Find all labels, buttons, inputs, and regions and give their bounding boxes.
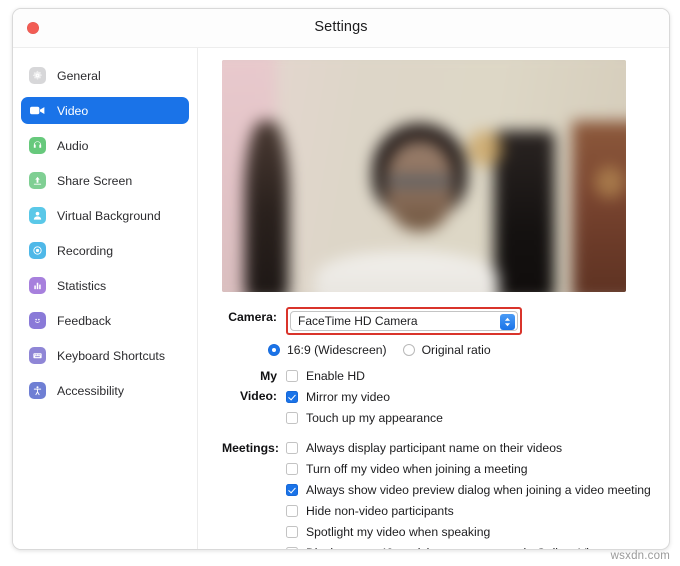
my-video-row-label: My Video: [239, 369, 277, 403]
checkbox-mirror-my-video-label: Mirror my video [306, 390, 390, 404]
checkbox-enable-hd[interactable] [286, 370, 298, 382]
sidebar-item-share-screen[interactable]: Share Screen [21, 167, 189, 194]
record-icon [29, 242, 46, 259]
radio-original-ratio[interactable] [402, 344, 415, 356]
camera-row: Camera: FaceTime HD Camera [222, 307, 655, 335]
checkbox-row-touch-up-my-appearance[interactable]: Touch up my appearance [286, 408, 655, 428]
watermark: wsxdn.com [610, 550, 670, 562]
checkbox-row-display-49-participants[interactable]: Display up to 49 participants per screen… [286, 543, 655, 549]
gear-icon [29, 67, 46, 84]
sidebar-item-label: Keyboard Shortcuts [57, 348, 166, 363]
checkbox-enable-hd-label: Enable HD [306, 369, 365, 383]
aspect-ratio-group: 16:9 (Widescreen) Original ratio [222, 343, 655, 357]
headphones-icon [29, 137, 46, 154]
smiley-face-icon [29, 312, 46, 329]
sidebar-item-virtual-background[interactable]: Virtual Background [21, 202, 189, 229]
sidebar-item-audio[interactable]: Audio [21, 132, 189, 159]
checkbox-row-turn-off-video-joining[interactable]: Turn off my video when joining a meeting [286, 459, 655, 479]
checkbox-hide-non-video-participants[interactable] [286, 505, 298, 517]
my-video-row: My Video: Enable HD Mirror my video Touc… [222, 366, 655, 429]
sidebar-item-recording[interactable]: Recording [21, 237, 189, 264]
sidebar-item-general[interactable]: General [21, 62, 189, 89]
sidebar-item-label: Video [57, 103, 89, 118]
sidebar-item-label: Audio [57, 138, 89, 153]
radio-original-ratio-label: Original ratio [421, 343, 491, 357]
keyboard-icon [29, 347, 46, 364]
radio-widescreen[interactable] [268, 344, 280, 356]
sidebar-item-label: Feedback [57, 313, 112, 328]
checkbox-row-display-participant-name[interactable]: Always display participant name on their… [286, 438, 655, 458]
camera-select-value: FaceTime HD Camera [298, 314, 418, 328]
camera-preview-image [222, 60, 626, 292]
checkbox-spotlight-my-video[interactable] [286, 526, 298, 538]
checkbox-row-spotlight-my-video[interactable]: Spotlight my video when speaking [286, 522, 655, 542]
camera-preview [222, 60, 626, 292]
settings-sidebar: General Video Audio Share Screen Virtual… [13, 48, 198, 549]
checkbox-row-show-video-preview-dialog[interactable]: Always show video preview dialog when jo… [286, 480, 655, 500]
checkbox-turn-off-video-joining[interactable] [286, 463, 298, 475]
settings-window: Settings General Video Audio Share Scree… [12, 8, 670, 550]
bar-chart-icon [29, 277, 46, 294]
sidebar-item-keyboard-shortcuts[interactable]: Keyboard Shortcuts [21, 342, 189, 369]
sidebar-item-label: Virtual Background [57, 208, 161, 223]
checkbox-display-participant-name[interactable] [286, 442, 298, 454]
checkbox-touch-up-my-appearance-label: Touch up my appearance [306, 411, 443, 425]
radio-widescreen-label: 16:9 (Widescreen) [287, 343, 387, 357]
sidebar-item-label: Statistics [57, 278, 107, 293]
sidebar-item-label: Recording [57, 243, 114, 258]
checkbox-show-video-preview-dialog[interactable] [286, 484, 298, 496]
video-camera-icon [29, 102, 46, 119]
video-settings-pane: Camera: FaceTime HD Camera 16:9 (Widescr… [198, 48, 669, 549]
checkbox-display-participant-name-label: Always display participant name on their… [306, 441, 563, 455]
share-screen-icon [29, 172, 46, 189]
checkbox-row-enable-hd[interactable]: Enable HD [286, 366, 655, 386]
checkbox-display-49-participants[interactable] [286, 547, 298, 549]
sidebar-item-label: Share Screen [57, 173, 133, 188]
checkbox-mirror-my-video[interactable] [286, 391, 298, 403]
window-titlebar: Settings [13, 9, 669, 48]
my-video-options: Enable HD Mirror my video Touch up my ap… [286, 366, 655, 429]
checkbox-show-video-preview-dialog-label: Always show video preview dialog when jo… [306, 483, 651, 497]
page-title: Settings [314, 19, 368, 35]
sidebar-item-label: Accessibility [57, 383, 124, 398]
camera-select[interactable]: FaceTime HD Camera [290, 311, 518, 331]
sidebar-item-feedback[interactable]: Feedback [21, 307, 189, 334]
checkbox-row-hide-non-video-participants[interactable]: Hide non-video participants [286, 501, 655, 521]
camera-row-label: Camera: [228, 310, 277, 324]
checkbox-spotlight-my-video-label: Spotlight my video when speaking [306, 525, 491, 539]
sidebar-item-statistics[interactable]: Statistics [21, 272, 189, 299]
checkbox-turn-off-video-joining-label: Turn off my video when joining a meeting [306, 462, 528, 476]
chevron-updown-icon[interactable] [500, 313, 515, 330]
accessibility-icon [29, 382, 46, 399]
screenshot-root: Settings General Video Audio Share Scree… [0, 0, 680, 566]
checkbox-touch-up-my-appearance[interactable] [286, 412, 298, 424]
video-settings-form: Camera: FaceTime HD Camera 16:9 (Widescr… [222, 307, 655, 549]
checkbox-hide-non-video-participants-label: Hide non-video participants [306, 504, 454, 518]
camera-select-highlight: FaceTime HD Camera [286, 307, 522, 335]
sidebar-item-label: General [57, 68, 101, 83]
meetings-options: Always display participant name on their… [286, 438, 655, 549]
meetings-row-label: Meetings: [222, 441, 279, 455]
meetings-row: Meetings: Always display participant nam… [222, 438, 655, 549]
checkbox-row-mirror-my-video[interactable]: Mirror my video [286, 387, 655, 407]
virtual-background-icon [29, 207, 46, 224]
sidebar-item-accessibility[interactable]: Accessibility [21, 377, 189, 404]
sidebar-item-video[interactable]: Video [21, 97, 189, 124]
checkbox-display-49-participants-label: Display up to 49 participants per screen… [306, 546, 605, 549]
window-body: General Video Audio Share Screen Virtual… [13, 48, 669, 549]
